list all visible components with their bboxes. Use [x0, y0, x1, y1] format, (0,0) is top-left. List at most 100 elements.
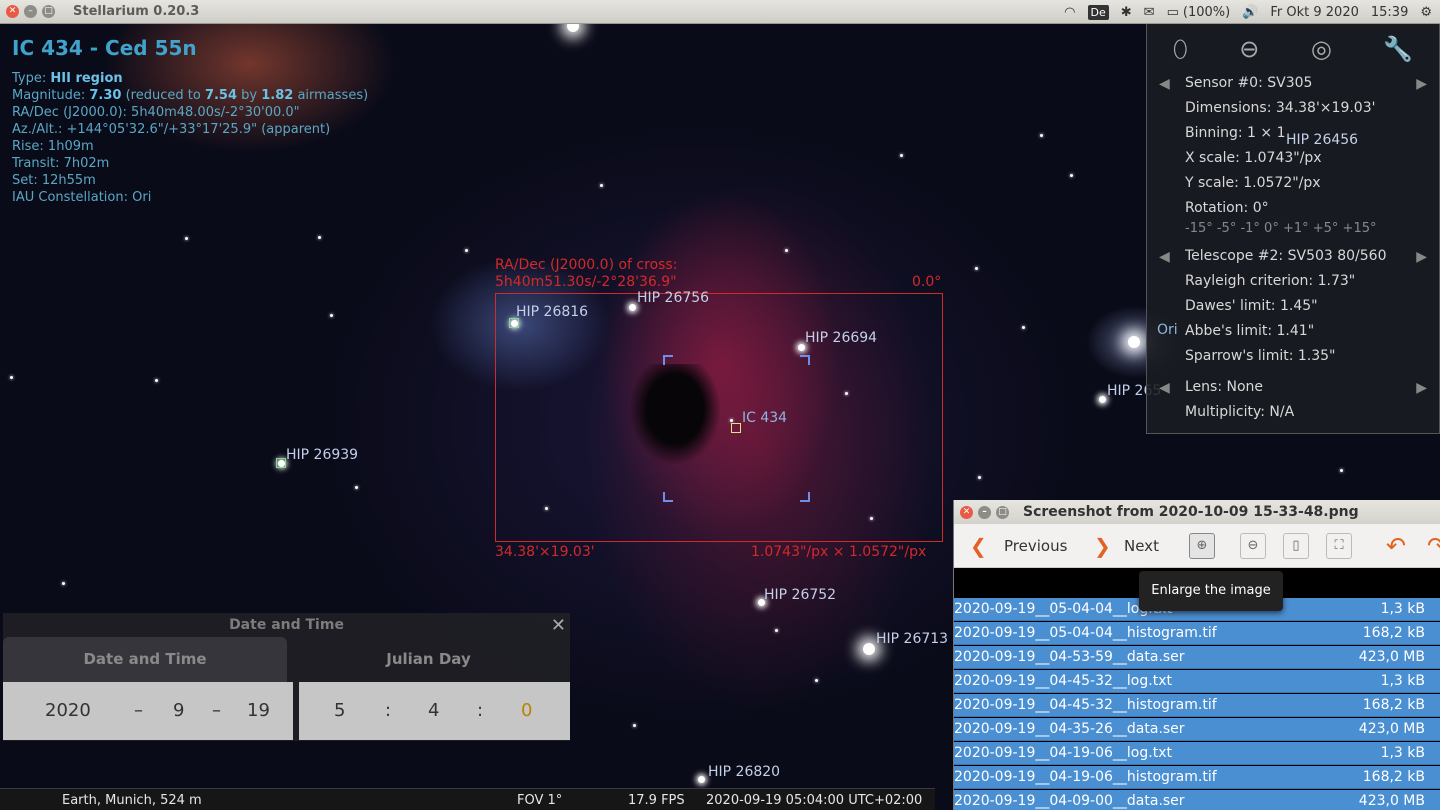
prev-sensor-icon[interactable]: ◀: [1159, 76, 1170, 92]
star: [863, 643, 875, 655]
status-fps: 17.9 FPS: [628, 793, 685, 808]
date-separator: –: [134, 700, 143, 721]
file-row: 2020-09-19__04-19-06__histogram.tif 168,2…: [954, 766, 1440, 789]
oculars-toolbar: ⬯ ⊖ ◎ 🔧: [1147, 24, 1439, 74]
star: [62, 582, 65, 585]
window-title: Stellarium 0.20.3: [73, 4, 200, 19]
viewer-minimize-button[interactable]: –: [978, 505, 991, 519]
star-marker[interactable]: [276, 458, 286, 468]
minute-spinbox[interactable]: 4: [428, 700, 439, 721]
star: [633, 724, 636, 727]
image-viewer-window: ✕ – □ Screenshot from 2020-10-09 15-33-4…: [953, 500, 1440, 810]
star: [978, 476, 981, 479]
month-spinbox[interactable]: 9: [173, 700, 184, 721]
star: [465, 249, 468, 252]
bluetooth-icon[interactable]: ✱: [1121, 5, 1132, 20]
file-row: 2020-09-19__04-09-00__data.ser 423,0 MB: [954, 790, 1440, 810]
ocular-icon[interactable]: ⬯: [1173, 35, 1188, 63]
chevron-right-icon[interactable]: ❯: [1094, 534, 1111, 558]
zoom-normal-button[interactable]: ▯: [1283, 533, 1309, 559]
object-set: Set: 12h55m: [12, 173, 96, 188]
status-datetime[interactable]: 2020-09-19 05:04:00 UTC+02:00: [706, 793, 922, 808]
sensor-rotation: Rotation: 0°: [1185, 200, 1269, 216]
object-radec: RA/Dec (J2000.0): 5h40m48.00s/-2°30'00.0…: [12, 105, 300, 120]
window-maximize-button[interactable]: □: [42, 5, 55, 18]
second-spinbox[interactable]: 0: [521, 700, 532, 721]
clock-date[interactable]: Fr Okt 9 2020: [1270, 5, 1359, 20]
tab-julian-day[interactable]: Julian Day: [287, 637, 570, 682]
next-sensor-icon[interactable]: ▶: [1416, 76, 1427, 92]
day-spinbox[interactable]: 19: [247, 700, 270, 721]
viewer-maximize-button[interactable]: □: [996, 505, 1009, 519]
star-label-hip26456[interactable]: HIP 26456: [1286, 132, 1358, 148]
sensor-icon[interactable]: ⊖: [1239, 35, 1259, 63]
keyboard-layout-indicator[interactable]: De: [1087, 4, 1109, 20]
object-constellation: IAU Constellation: Ori: [12, 190, 152, 205]
date-time-dialog: Date and Time ✕ Date and Time Julian Day…: [3, 613, 570, 741]
next-lens-icon[interactable]: ▶: [1416, 380, 1427, 396]
selected-object-marker[interactable]: [731, 423, 741, 433]
next-button[interactable]: Next: [1124, 537, 1159, 555]
status-fov: FOV 1°: [517, 793, 563, 808]
window-close-button[interactable]: ✕: [6, 5, 19, 18]
close-icon[interactable]: ✕: [551, 615, 566, 636]
window-minimize-button[interactable]: –: [24, 5, 37, 18]
zoom-fit-button[interactable]: ⛶: [1326, 533, 1352, 559]
reticle-corner: [663, 492, 673, 502]
previous-button[interactable]: Previous: [1004, 537, 1067, 555]
viewer-close-button[interactable]: ✕: [960, 505, 973, 519]
telescope-name: Telescope #2: SV503 80/560: [1185, 248, 1387, 264]
rotation-steps[interactable]: -15° -5° -1° 0° +1° +5° +15°: [1185, 221, 1376, 236]
star: [155, 379, 158, 382]
wrench-icon[interactable]: 🔧: [1383, 35, 1413, 63]
date-spinbox-group: 2020 – 9 – 19: [3, 682, 293, 740]
file-row: 2020-09-19__04-19-06__log.txt 1,3 kB: [954, 742, 1440, 765]
battery-icon[interactable]: ▭: [1167, 5, 1179, 20]
mail-icon[interactable]: ✉: [1144, 5, 1155, 20]
prev-telescope-icon[interactable]: ◀: [1159, 249, 1170, 265]
chevron-left-icon[interactable]: ❮: [970, 534, 987, 558]
lens-multiplicity: Multiplicity: N/A: [1185, 404, 1295, 420]
file-row: 2020-09-19__04-45-32__log.txt 1,3 kB: [954, 670, 1440, 693]
tab-date-and-time[interactable]: Date and Time: [3, 637, 287, 682]
prev-lens-icon[interactable]: ◀: [1159, 380, 1170, 396]
telrad-icon[interactable]: ◎: [1311, 35, 1332, 63]
label-ic434[interactable]: IC 434: [742, 410, 787, 426]
sensor-name: Sensor #0: SV305: [1185, 75, 1313, 91]
volume-icon[interactable]: 🔊: [1242, 5, 1258, 20]
oculars-panel: ⬯ ⊖ ◎ 🔧 ◀ ▶ Sensor #0: SV305 Dimensions:…: [1146, 24, 1440, 434]
zoom-in-button[interactable]: ⊕: [1189, 533, 1215, 559]
year-spinbox[interactable]: 2020: [45, 700, 91, 721]
rotate-right-icon[interactable]: ↷: [1427, 532, 1440, 560]
star-label-hip26756[interactable]: HIP 26756: [637, 290, 709, 306]
next-telescope-icon[interactable]: ▶: [1416, 249, 1427, 265]
wifi-icon[interactable]: ◠: [1064, 5, 1075, 20]
rotate-left-icon[interactable]: ↶: [1386, 532, 1406, 560]
settings-gear-icon[interactable]: ⚙: [1420, 5, 1432, 20]
object-info: IC 434 - Ced 55n Type: HII region Magnit…: [12, 36, 368, 206]
star: [1340, 469, 1343, 472]
star-label-hip26939[interactable]: HIP 26939: [286, 447, 358, 463]
frame-fov: 34.38'×19.03': [495, 544, 595, 560]
star: [775, 629, 778, 632]
file-row: 2020-09-19__04-45-32__histogram.tif 168,2…: [954, 694, 1440, 717]
star: [1022, 326, 1025, 329]
system-top-bar: ✕ – □ Stellarium 0.20.3 ◠ De ✱ ✉ ▭ (100%…: [0, 0, 1440, 24]
file-row: 2020-09-19__04-53-59__data.ser 423,0 MB: [954, 646, 1440, 669]
star-label-hip26752[interactable]: HIP 26752: [764, 587, 836, 603]
battery-percent[interactable]: (100%): [1183, 5, 1230, 20]
reticle-corner: [663, 355, 673, 365]
clock-time[interactable]: 15:39: [1371, 5, 1408, 20]
star-label-hip26713[interactable]: HIP 26713: [876, 631, 948, 647]
star-label-hip26694[interactable]: HIP 26694: [805, 330, 877, 346]
star: [1040, 134, 1043, 137]
star-label-hip26820[interactable]: HIP 26820: [708, 764, 780, 780]
star: [815, 679, 818, 682]
sensor-xscale: X scale: 1.0743"/px: [1185, 150, 1322, 166]
hour-spinbox[interactable]: 5: [334, 700, 345, 721]
star-label-hip26816[interactable]: HIP 26816: [516, 304, 588, 320]
zoom-out-button[interactable]: ⊖: [1240, 533, 1266, 559]
time-spinbox-group: 5 : 4 : 0: [299, 682, 570, 740]
cross-label: RA/Dec (J2000.0) of cross:: [495, 257, 678, 273]
status-location[interactable]: Earth, Munich, 524 m: [62, 793, 202, 808]
